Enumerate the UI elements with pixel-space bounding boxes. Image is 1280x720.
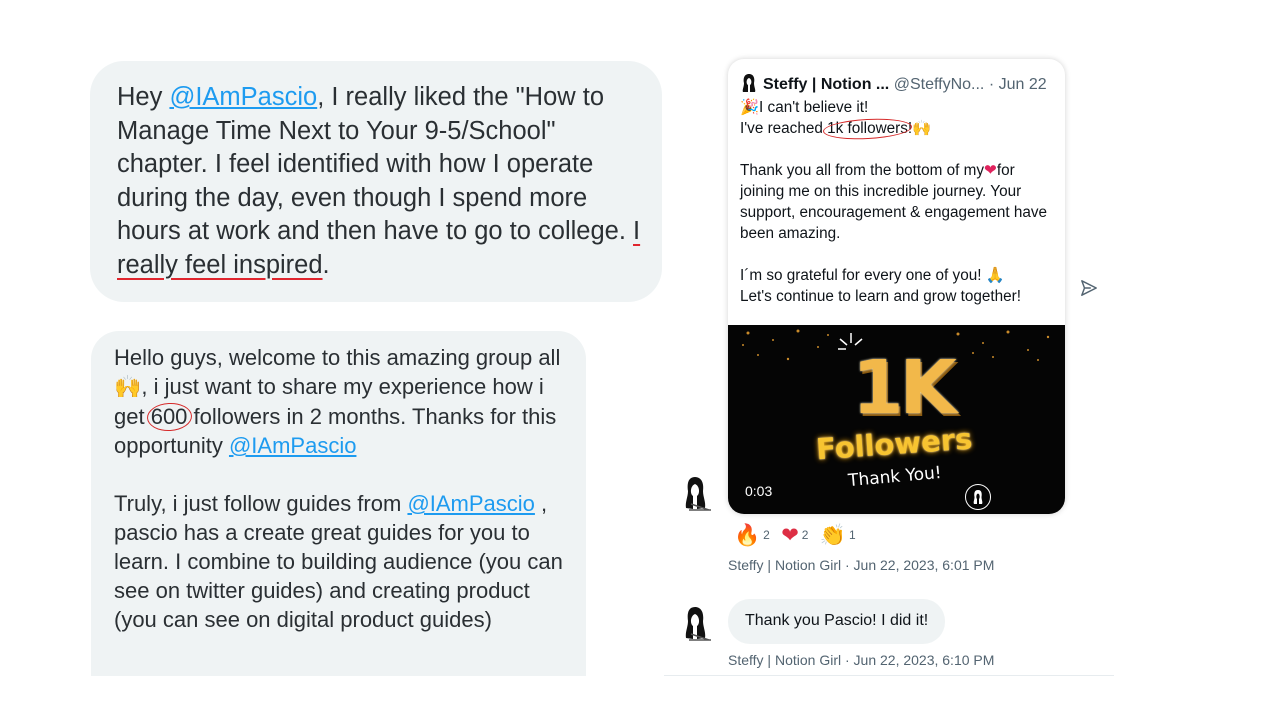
message-bubble-2: Hello guys, welcome to this amazing grou… (91, 331, 586, 676)
heart-icon: ❤ (781, 523, 799, 547)
embedded-tweet-card[interactable]: Steffy | Notion ... @SteffyNo... · Jun 2… (728, 59, 1065, 514)
mention-link[interactable]: @IAmPascio (407, 491, 534, 516)
tweet-video[interactable]: 1K Followers Thank You! 0:03 (728, 325, 1065, 514)
tweet-body: 🎉I can't believe it! I've reached 1k fol… (740, 98, 1047, 305)
circled-number: 600 (150, 404, 188, 429)
mention-link[interactable]: @IAmPascio (229, 433, 356, 458)
video-logo-icon (965, 484, 991, 510)
reply-message-bubble: Thank you Pascio! I did it! (728, 599, 945, 644)
tweet-date[interactable]: · Jun 22 (989, 76, 1047, 93)
message-meta-2: Steffy | Notion Girl · Jun 22, 2023, 6:1… (728, 652, 995, 668)
raising-hands-emoji: 🙌 (114, 375, 142, 400)
message-bubble-1: Hey @IAmPascio, I really liked the "How … (90, 61, 662, 302)
video-1k-text: 1K (852, 345, 957, 431)
message-1-text: Hey @IAmPascio, I really liked the "How … (117, 83, 641, 279)
mention-link[interactable]: @IAmPascio (169, 83, 317, 111)
message-2-paragraph-2: Truly, i just follow guides from @IAmPas… (114, 491, 563, 632)
send-icon[interactable] (1080, 279, 1098, 297)
raising-hands-emoji: 🙌 (912, 119, 932, 137)
tweet-header: Steffy | Notion ... @SteffyNo... · Jun 2… (740, 73, 1060, 94)
party-popper-emoji: 🎉 (740, 98, 760, 116)
tweet-author-name[interactable]: Steffy | Notion ... (763, 76, 889, 93)
sender-avatar-icon[interactable] (678, 604, 714, 644)
reactions-row: 🔥 2 ❤ 2 👏 1 (734, 523, 864, 548)
message-2-paragraph-1: Hello guys, welcome to this amazing grou… (114, 345, 561, 458)
sender-avatar-icon[interactable] (678, 474, 714, 514)
fire-icon: 🔥 (734, 523, 761, 547)
author-avatar-icon (742, 74, 756, 92)
heart-emoji: ❤ (984, 161, 997, 179)
video-timestamp: 0:03 (745, 483, 773, 499)
circled-followers: 1k followers (827, 120, 908, 137)
tweet-author-handle[interactable]: @SteffyNo... (894, 76, 985, 93)
message-meta-1: Steffy | Notion Girl · Jun 22, 2023, 6:0… (728, 557, 995, 573)
folded-hands-emoji: 🙏 (985, 266, 1005, 284)
reaction-clap[interactable]: 👏 1 (820, 523, 856, 548)
divider (664, 675, 1114, 676)
reply-message-text: Thank you Pascio! I did it! (745, 612, 929, 629)
reaction-fire[interactable]: 🔥 2 (734, 523, 770, 548)
message-2-text: Hello guys, welcome to this amazing grou… (114, 343, 574, 634)
clapping-hands-icon: 👏 (819, 523, 846, 547)
reaction-heart[interactable]: ❤ 2 (781, 523, 808, 547)
